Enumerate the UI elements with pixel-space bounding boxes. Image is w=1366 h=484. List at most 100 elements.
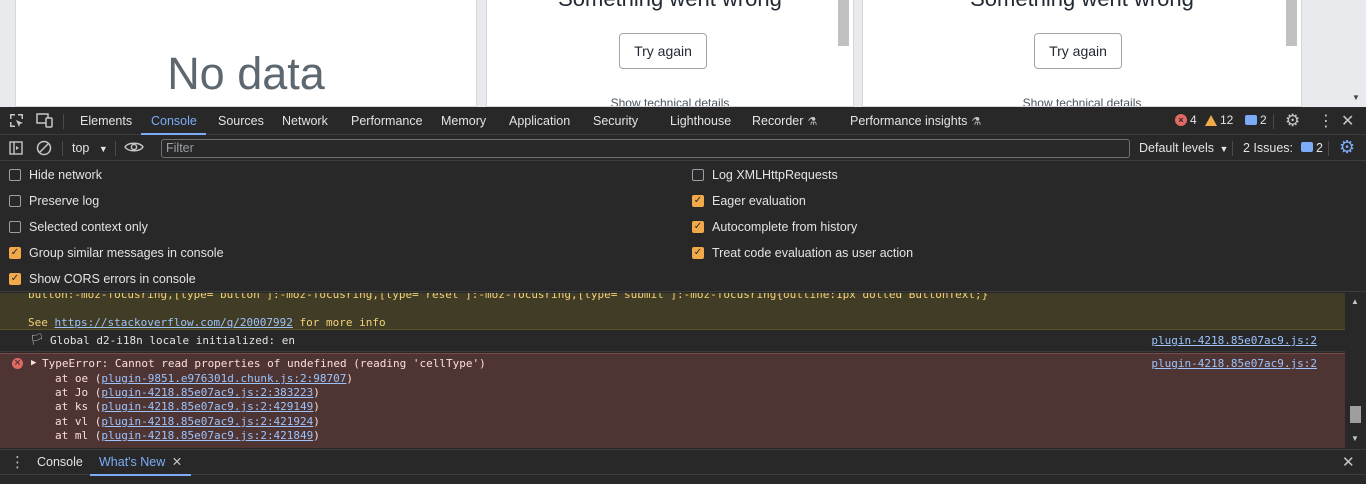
group-similar-option[interactable]: ✓ Group similar messages in console bbox=[9, 246, 224, 260]
stack-frame: at Jo (plugin-4218.85e07ac9.js:2:383223) bbox=[55, 386, 320, 399]
tab-recorder[interactable]: Recorder ⚗ bbox=[752, 107, 817, 135]
scroll-down-icon[interactable]: ▼ bbox=[1351, 434, 1359, 443]
try-again-button[interactable]: Try again bbox=[619, 33, 707, 69]
settings-gear-icon[interactable]: ⚙ bbox=[1285, 111, 1300, 131]
stack-frame-link[interactable]: plugin-4218.85e07ac9.js:2:421849 bbox=[101, 429, 313, 442]
warning-icon bbox=[1205, 114, 1217, 126]
dropdown-arrow-icon: ▼ bbox=[1219, 144, 1229, 154]
close-drawer-icon[interactable]: ✕ bbox=[1342, 453, 1355, 471]
hide-network-option[interactable]: Hide network bbox=[9, 168, 102, 182]
experiment-flask-icon: ⚗ bbox=[807, 116, 818, 128]
console-filter-bar: top ▼ Filter Default levels ▼ 2 Issues: … bbox=[0, 136, 1366, 161]
stack-frame-link[interactable]: plugin-4218.85e07ac9.js:2:421924 bbox=[101, 415, 313, 428]
autocomplete-history-checkbox[interactable]: ✓ bbox=[692, 221, 704, 233]
eager-evaluation-checkbox[interactable]: ✓ bbox=[692, 195, 704, 207]
message-count-badge[interactable]: 2 bbox=[1245, 113, 1267, 127]
message-count: 2 bbox=[1260, 113, 1267, 127]
stack-frame-fn: at Jo bbox=[55, 386, 89, 399]
close-devtools-icon[interactable]: ✕ bbox=[1341, 111, 1354, 131]
expand-triangle-icon[interactable]: ▶ bbox=[31, 358, 36, 368]
tab-performance-insights-label: Performance insights bbox=[850, 114, 968, 128]
selected-context-only-option[interactable]: Selected context only bbox=[9, 220, 148, 234]
warning-count: 12 bbox=[1220, 113, 1234, 127]
device-toolbar-icon[interactable] bbox=[36, 113, 53, 131]
panel-scrollbar-thumb[interactable] bbox=[838, 0, 849, 46]
try-again-button[interactable]: Try again bbox=[1034, 33, 1122, 69]
toolbar-divider bbox=[1273, 114, 1274, 129]
devtools-drawer-tabs: ⋮ Console What's New ✕ ✕ bbox=[0, 449, 1366, 476]
inspect-element-icon[interactable] bbox=[9, 113, 24, 131]
error-panel-right: Something went wrong Try again Show tech… bbox=[862, 0, 1302, 107]
stack-frame-link[interactable]: plugin-4218.85e07ac9.js:2:429149 bbox=[101, 400, 313, 413]
show-cors-errors-checkbox[interactable]: ✓ bbox=[9, 273, 21, 285]
drawer-menu-icon[interactable]: ⋮ bbox=[10, 453, 25, 471]
error-panel-middle: Something went wrong Try again Show tech… bbox=[486, 0, 854, 107]
page-scroll-down-icon[interactable]: ▼ bbox=[1352, 93, 1360, 102]
tab-lighthouse[interactable]: Lighthouse bbox=[670, 107, 731, 135]
info-source-link[interactable]: plugin-4218.85e07ac9.js:2 bbox=[1151, 334, 1317, 347]
error-icon: × bbox=[1175, 114, 1187, 126]
tab-security[interactable]: Security bbox=[593, 107, 638, 135]
error-title: Something went wrong bbox=[863, 0, 1301, 12]
show-cors-errors-option[interactable]: ✓ Show CORS errors in console bbox=[9, 272, 196, 286]
tab-performance-insights[interactable]: Performance insights ⚗ bbox=[850, 107, 981, 135]
dropdown-arrow-icon: ▼ bbox=[98, 144, 108, 154]
treat-eval-user-action-label: Treat code evaluation as user action bbox=[712, 246, 914, 260]
drawer-tab-whats-new[interactable]: What's New ✕ bbox=[90, 450, 192, 476]
preserve-log-option[interactable]: Preserve log bbox=[9, 194, 99, 208]
issues-count: 2 bbox=[1316, 141, 1323, 155]
console-output: button:-moz-focusring,[type="button"]:-m… bbox=[0, 293, 1345, 448]
group-similar-checkbox[interactable]: ✓ bbox=[9, 247, 21, 259]
preserve-log-label: Preserve log bbox=[29, 194, 100, 208]
context-selector-label: top bbox=[72, 141, 90, 155]
console-scrollbar-thumb[interactable] bbox=[1350, 406, 1361, 423]
eager-evaluation-option[interactable]: ✓ Eager evaluation bbox=[692, 194, 806, 208]
show-technical-details-link[interactable]: Show technical details bbox=[487, 96, 853, 106]
show-sidebar-icon[interactable] bbox=[9, 141, 23, 158]
console-info-message: 🏳 Global d2-i18n locale initialized: en … bbox=[0, 330, 1345, 352]
hide-network-checkbox[interactable] bbox=[9, 169, 21, 181]
clear-console-icon[interactable] bbox=[36, 140, 52, 159]
close-tab-icon[interactable]: ✕ bbox=[172, 455, 182, 469]
stack-frame-link[interactable]: plugin-9851.e976301d.chunk.js:2:98707 bbox=[101, 372, 346, 385]
error-source-link[interactable]: plugin-4218.85e07ac9.js:2 bbox=[1151, 357, 1317, 370]
more-options-icon[interactable]: ⋮ bbox=[1318, 111, 1334, 131]
tab-elements[interactable]: Elements bbox=[80, 107, 132, 135]
toolbar-divider bbox=[1328, 141, 1329, 156]
issues-counter[interactable]: 2 Issues: 2 bbox=[1243, 141, 1323, 155]
panel-scrollbar-thumb[interactable] bbox=[1286, 0, 1297, 46]
stackoverflow-link[interactable]: https://stackoverflow.com/q/20007992 bbox=[55, 316, 293, 329]
preserve-log-checkbox[interactable] bbox=[9, 195, 21, 207]
log-xhr-option[interactable]: Log XMLHttpRequests bbox=[692, 168, 838, 182]
console-warning-message: button:-moz-focusring,[type="button"]:-m… bbox=[0, 293, 1345, 330]
treat-eval-user-action-option[interactable]: ✓ Treat code evaluation as user action bbox=[692, 246, 913, 260]
scroll-up-icon[interactable]: ▲ bbox=[1351, 297, 1359, 306]
tab-network[interactable]: Network bbox=[282, 107, 328, 135]
globe-flag-icon: 🏳 bbox=[30, 333, 44, 346]
tab-performance[interactable]: Performance bbox=[351, 107, 423, 135]
stack-frame: at ml (plugin-4218.85e07ac9.js:2:421849) bbox=[55, 429, 320, 442]
toolbar-divider bbox=[1232, 141, 1233, 156]
console-filter-input[interactable]: Filter bbox=[161, 139, 1130, 158]
stack-frame-link[interactable]: plugin-4218.85e07ac9.js:2:383223 bbox=[101, 386, 313, 399]
tab-console[interactable]: Console bbox=[141, 107, 206, 135]
console-settings-gear-icon[interactable]: ⚙ bbox=[1339, 137, 1355, 158]
error-count-badge[interactable]: × 4 bbox=[1175, 113, 1197, 127]
warning-count-badge[interactable]: 12 bbox=[1205, 113, 1233, 127]
show-cors-errors-label: Show CORS errors in console bbox=[29, 272, 196, 286]
context-selector[interactable]: top ▼ bbox=[72, 141, 108, 155]
log-xhr-checkbox[interactable] bbox=[692, 169, 704, 181]
selected-context-only-checkbox[interactable] bbox=[9, 221, 21, 233]
drawer-tab-console[interactable]: Console bbox=[37, 450, 83, 476]
live-expression-eye-icon[interactable] bbox=[124, 140, 144, 157]
tab-application[interactable]: Application bbox=[509, 107, 570, 135]
console-scrollbar[interactable]: ▲ ▼ bbox=[1345, 293, 1366, 448]
log-levels-dropdown[interactable]: Default levels ▼ bbox=[1139, 141, 1228, 155]
experiment-flask-icon: ⚗ bbox=[971, 116, 982, 128]
tab-sources[interactable]: Sources bbox=[218, 107, 264, 135]
treat-eval-user-action-checkbox[interactable]: ✓ bbox=[692, 247, 704, 259]
autocomplete-history-option[interactable]: ✓ Autocomplete from history bbox=[692, 220, 857, 234]
show-technical-details-link[interactable]: Show technical details bbox=[863, 96, 1301, 106]
console-settings-pane: Hide network Preserve log Selected conte… bbox=[0, 162, 1366, 292]
tab-memory[interactable]: Memory bbox=[441, 107, 486, 135]
